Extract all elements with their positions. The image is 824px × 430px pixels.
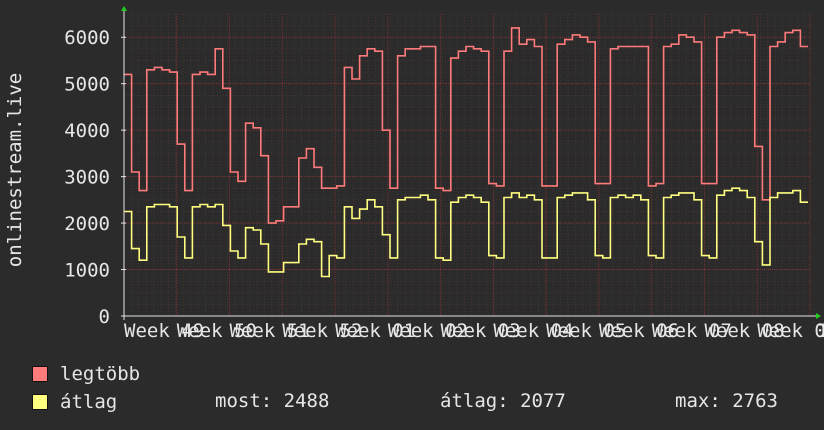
y-tick-label: 3000	[64, 167, 110, 189]
y-tick-label: 6000	[64, 27, 110, 49]
y-tick-label: 1000	[64, 260, 110, 282]
legend-swatch-avg	[32, 394, 48, 410]
x-tick-label: 1	[817, 320, 824, 342]
x-tick-labels: Week 49Week 50Week 51Week 52Week 01Week …	[124, 320, 824, 342]
stat-max: max: 2763	[675, 390, 778, 412]
legend-swatch-max	[32, 366, 48, 382]
y-tick-label: 0	[99, 306, 110, 328]
y-tick-label: 4000	[64, 120, 110, 142]
legend-label-avg: átlag	[60, 391, 118, 413]
legend-item-avg: átlag	[32, 391, 118, 413]
chart-grid-minor	[123, 13, 810, 317]
y-tick-label: 2000	[64, 213, 110, 235]
y-axis-arrow-icon	[121, 6, 127, 11]
x-tick-label: Week 09	[757, 320, 824, 342]
legend-item-max: legtöbb	[32, 363, 141, 385]
legend-label-max: legtöbb	[60, 363, 141, 385]
y-axis-label: onlinestream.live	[4, 73, 26, 267]
x-axis-arrow-icon	[816, 313, 821, 319]
y-tick-labels: 0 1000 2000 3000 4000 5000 6000	[64, 27, 110, 328]
stat-avg: átlag: 2077	[440, 390, 566, 412]
y-tick-label: 5000	[64, 74, 110, 96]
stat-now: most: 2488	[215, 390, 330, 412]
